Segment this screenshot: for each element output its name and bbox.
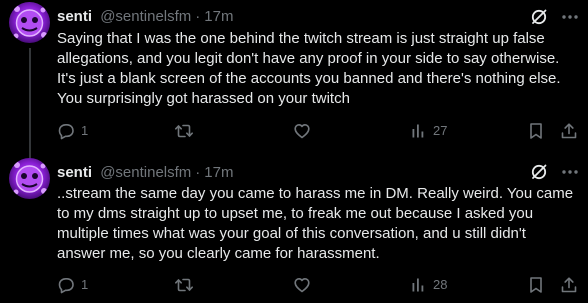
reply-count: 1 bbox=[81, 277, 89, 292]
repost-icon bbox=[175, 124, 193, 138]
display-name[interactable]: senti bbox=[57, 164, 92, 181]
avatar[interactable] bbox=[9, 2, 50, 43]
repost-icon bbox=[175, 278, 193, 292]
reply-button[interactable]: 1 bbox=[57, 276, 88, 294]
bookmark-button[interactable] bbox=[528, 276, 544, 294]
more-icon[interactable] bbox=[560, 8, 580, 26]
post[interactable]: senti @sentinelsfm · 17m ..stream the same… bbox=[0, 158, 588, 303]
handle[interactable]: @sentinelsfm bbox=[100, 164, 191, 181]
views-icon bbox=[412, 278, 424, 292]
views-icon bbox=[412, 124, 424, 138]
post-actions: 1 27 bbox=[0, 122, 588, 140]
post-actions: 1 28 bbox=[0, 276, 588, 294]
share-icon bbox=[561, 123, 577, 139]
like-icon bbox=[294, 124, 310, 139]
bookmark-icon bbox=[530, 123, 542, 139]
post-text: ..stream the same day you came to harass… bbox=[57, 185, 574, 262]
views-button[interactable]: 27 bbox=[411, 122, 447, 140]
timestamp[interactable]: 17m bbox=[204, 164, 233, 181]
reply-icon bbox=[58, 124, 74, 140]
grok-icon[interactable] bbox=[530, 8, 548, 26]
thread-line bbox=[29, 48, 31, 162]
separator-dot: · bbox=[195, 164, 201, 181]
like-button[interactable] bbox=[293, 276, 317, 294]
share-button[interactable] bbox=[560, 122, 578, 140]
bookmark-button[interactable] bbox=[528, 122, 544, 140]
repost-button[interactable] bbox=[174, 122, 200, 140]
reply-icon bbox=[58, 278, 74, 294]
like-button[interactable] bbox=[293, 122, 317, 140]
view-count: 28 bbox=[433, 277, 448, 292]
grok-icon[interactable] bbox=[530, 163, 548, 181]
more-icon[interactable] bbox=[560, 163, 580, 181]
repost-button[interactable] bbox=[174, 276, 200, 294]
post-text: Saying that I was the one behind the twi… bbox=[57, 30, 561, 107]
handle[interactable]: @sentinelsfm bbox=[100, 8, 191, 25]
avatar[interactable] bbox=[9, 158, 50, 199]
like-icon bbox=[294, 278, 310, 293]
reply-count: 1 bbox=[81, 123, 89, 138]
timestamp[interactable]: 17m bbox=[204, 8, 233, 25]
separator-dot: · bbox=[195, 8, 201, 25]
share-button[interactable] bbox=[560, 276, 578, 294]
post[interactable]: senti @sentinelsfm · 17m Saying that I was… bbox=[0, 0, 588, 162]
reply-button[interactable]: 1 bbox=[57, 122, 88, 140]
post-header: senti @sentinelsfm · 17m bbox=[57, 163, 233, 183]
views-button[interactable]: 28 bbox=[411, 276, 447, 294]
share-icon bbox=[561, 277, 577, 293]
post-header: senti @sentinelsfm · 17m bbox=[57, 7, 233, 27]
bookmark-icon bbox=[530, 277, 542, 293]
view-count: 27 bbox=[433, 123, 448, 138]
display-name[interactable]: senti bbox=[57, 8, 92, 25]
